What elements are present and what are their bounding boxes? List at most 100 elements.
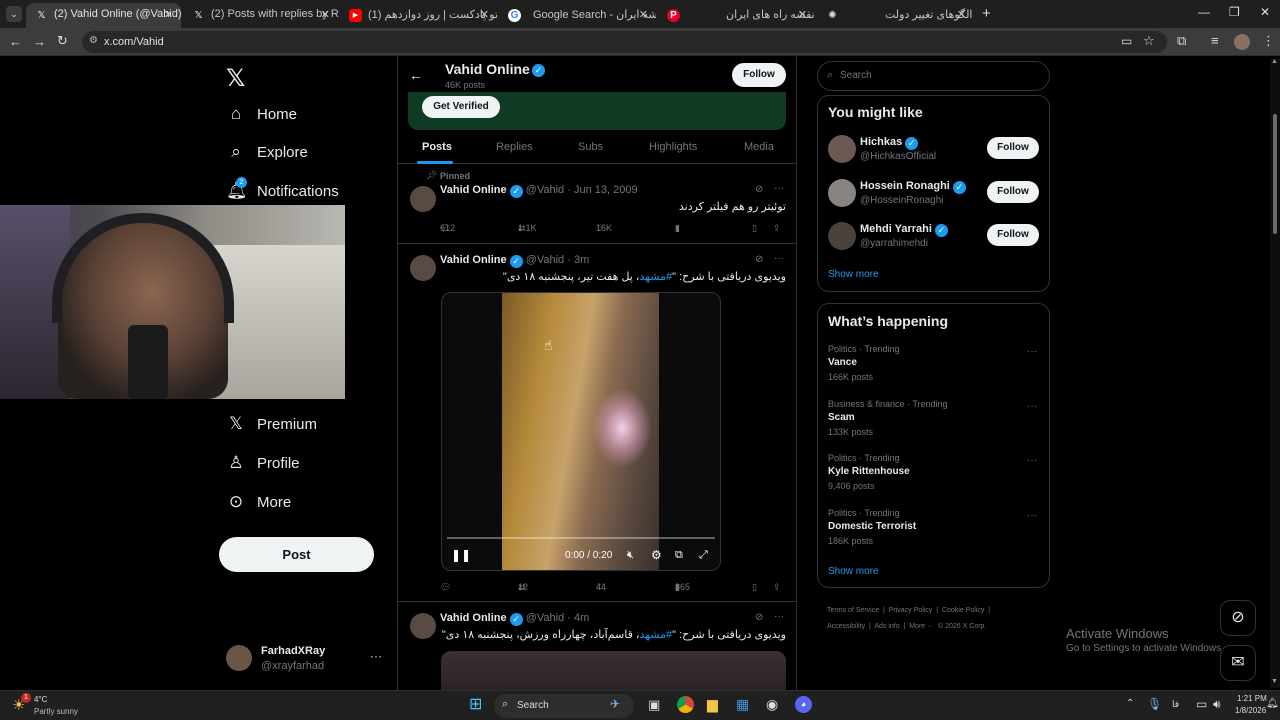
video-player[interactable]: ☝ ❚❚ 0:00 / 0:20 🔇︎ ⚙ ⧉ ⤢ bbox=[441, 292, 721, 571]
install-app-icon[interactable]: ▭ bbox=[1121, 34, 1132, 48]
close-tab-icon[interactable]: ✕ bbox=[480, 8, 489, 21]
video-progress-track[interactable] bbox=[447, 537, 715, 539]
bookmark-icon[interactable]: ▯ bbox=[752, 223, 757, 234]
close-tab-icon[interactable]: ✕ bbox=[639, 8, 648, 21]
tweet-video[interactable]: Vahid Online ✓ @Vahid · 3m ⊘ ··· ویدیوی د… bbox=[398, 245, 796, 602]
show-more-link[interactable]: Show more bbox=[828, 566, 879, 577]
site-info-icon[interactable]: ⚙ bbox=[89, 35, 98, 46]
trend-item[interactable]: Politics · Trending Vance 166K posts ··· bbox=[828, 344, 1040, 386]
tweet-video-2[interactable]: Vahid Online ✓ @Vahid · 4m ⊘ ··· ویدیوی د… bbox=[398, 603, 796, 690]
suggestion-name[interactable]: Hichkas ✓ bbox=[860, 136, 919, 150]
microsoft-store-icon[interactable]: ▦ bbox=[736, 696, 749, 713]
account-switcher[interactable]: FarhadXRay @xrayfarhad ··· bbox=[226, 643, 386, 675]
close-window-icon[interactable]: ✕ bbox=[1260, 5, 1270, 19]
weather-widget[interactable]: ☀ 1 4°C Partly sunny bbox=[12, 693, 112, 719]
bookmark-icon[interactable]: ▯ bbox=[752, 582, 757, 593]
grok-icon[interactable]: ⊘ bbox=[755, 612, 763, 623]
close-tab-icon[interactable]: ✕ bbox=[798, 8, 807, 21]
hashtag-link[interactable]: #مشهد bbox=[639, 629, 672, 641]
pause-icon[interactable]: ❚❚ bbox=[451, 548, 471, 562]
footer-more-link[interactable]: More ··· bbox=[909, 623, 934, 630]
trend-item[interactable]: Business & finance · Trending Scam 133K … bbox=[828, 399, 1040, 441]
trend-item[interactable]: Politics · Trending Domestic Terrorist 1… bbox=[828, 508, 1040, 550]
back-arrow-icon[interactable]: ← bbox=[409, 67, 423, 83]
tweet-pinned[interactable]: 📌︎ Pinned Vahid Online ✓ @Vahid · Jun 13,… bbox=[398, 166, 796, 244]
grok-icon[interactable]: ⊘ bbox=[755, 184, 763, 195]
microphone-icon[interactable]: 🎙︎ bbox=[1147, 697, 1162, 711]
mute-icon[interactable]: 🔇︎ bbox=[627, 549, 634, 562]
scroll-up-icon[interactable]: ▲ bbox=[1271, 58, 1278, 65]
get-verified-button[interactable]: Get Verified bbox=[422, 96, 500, 118]
follow-profile-button[interactable]: Follow bbox=[732, 63, 786, 87]
reading-list-icon[interactable]: ≡ bbox=[1211, 33, 1219, 48]
minimize-icon[interactable]: — bbox=[1198, 5, 1210, 19]
avatar[interactable] bbox=[410, 613, 436, 639]
scrollbar-thumb[interactable] bbox=[1273, 114, 1277, 234]
tab-media[interactable]: Media bbox=[744, 141, 774, 153]
follow-button[interactable]: Follow bbox=[987, 224, 1039, 246]
show-more-link[interactable]: Show more bbox=[828, 269, 879, 280]
tab-replies[interactable]: Replies bbox=[496, 141, 533, 153]
discord-icon[interactable]: ◕ bbox=[795, 696, 812, 713]
more-options-icon[interactable]: ··· bbox=[1027, 455, 1037, 466]
avatar[interactable] bbox=[828, 179, 856, 207]
more-options-icon[interactable]: ··· bbox=[1027, 401, 1037, 412]
extensions-icon[interactable]: ⧉ bbox=[1177, 33, 1186, 49]
close-tab-icon[interactable]: ✕ bbox=[164, 8, 173, 21]
grok-float-button[interactable]: ⊘ bbox=[1220, 600, 1256, 636]
avatar[interactable] bbox=[410, 255, 436, 281]
tab-pinterest[interactable]: P نقشه راه های ایران ✕ bbox=[658, 3, 815, 28]
suggestion-mehdi-yarrahi[interactable]: Mehdi Yarrahi ✓ @yarrahimehdi Follow bbox=[818, 220, 1051, 254]
bookmark-star-icon[interactable]: ☆ bbox=[1143, 33, 1155, 49]
share-icon[interactable]: ⇪ bbox=[773, 582, 781, 593]
more-options-icon[interactable]: ··· bbox=[774, 253, 784, 264]
cookie-link[interactable]: Cookie Policy bbox=[942, 607, 984, 614]
clock-date[interactable]: 1/8/2026 bbox=[1235, 706, 1266, 715]
terms-link[interactable]: Terms of Service bbox=[827, 607, 879, 614]
trend-item[interactable]: Politics · Trending Kyle Rittenhouse 9,4… bbox=[828, 453, 1040, 495]
search-box[interactable]: ⌕ Search bbox=[817, 61, 1050, 91]
x-logo-icon[interactable]: 𝕏 bbox=[226, 64, 245, 93]
task-view-icon[interactable]: ▣ bbox=[648, 697, 660, 713]
tab-search-icon[interactable]: ⌄ bbox=[6, 6, 22, 22]
close-tab-icon[interactable]: ✕ bbox=[957, 8, 966, 21]
messages-float-button[interactable]: ✉ bbox=[1220, 645, 1256, 681]
tweet-author[interactable]: Vahid Online bbox=[440, 254, 507, 266]
privacy-link[interactable]: Privacy Policy bbox=[889, 607, 933, 614]
video-thumbnail[interactable] bbox=[441, 651, 786, 690]
browser-menu-icon[interactable]: ⋮ bbox=[1262, 33, 1275, 49]
accessibility-link[interactable]: Accessibility bbox=[827, 623, 865, 630]
more-options-icon[interactable]: ··· bbox=[774, 183, 784, 194]
tab-posts-replies[interactable]: 𝕏 (2) Posts with replies by Reza Pa ✕ bbox=[183, 3, 338, 28]
language-indicator[interactable]: فا bbox=[1172, 699, 1179, 710]
tab-chatgpt[interactable]: ✺ الگوهای تغییر دولت ✕ bbox=[817, 3, 974, 28]
grok-icon[interactable]: ⊘ bbox=[755, 254, 763, 265]
suggestion-hossein-ronaghi[interactable]: Hossein Ronaghi ✓ @HosseinRonaghi Follow bbox=[818, 177, 1051, 211]
maximize-icon[interactable]: ❐ bbox=[1229, 5, 1240, 19]
follow-button[interactable]: Follow bbox=[987, 137, 1039, 159]
start-icon[interactable]: ⊞ bbox=[469, 696, 487, 714]
page-scrollbar[interactable]: ▲ ▼ bbox=[1270, 58, 1280, 688]
tab-highlights[interactable]: Highlights bbox=[649, 141, 697, 153]
speaker-icon[interactable]: 🔊︎ bbox=[1213, 697, 1221, 712]
avatar[interactable] bbox=[410, 186, 436, 212]
suggestion-hichkas[interactable]: Hichkas ✓ @HichkasOfficial Follow bbox=[818, 133, 1051, 167]
tray-overflow-icon[interactable]: ⌃ bbox=[1126, 698, 1134, 709]
back-icon[interactable]: ← bbox=[9, 34, 22, 49]
taskbar-search[interactable]: ⌕ Search ✈ bbox=[494, 694, 634, 718]
more-options-icon[interactable]: ··· bbox=[1027, 510, 1037, 521]
tab-youtube[interactable]: ▶ (1) من‌وتو پادکست | روز دوازدهم ✕ bbox=[340, 3, 497, 28]
ads-info-link[interactable]: Ads info bbox=[874, 623, 899, 630]
picture-in-picture-icon[interactable]: ⧉ bbox=[675, 549, 683, 562]
file-explorer-icon[interactable]: ▆ bbox=[707, 696, 718, 713]
more-options-icon[interactable]: ··· bbox=[1027, 346, 1037, 357]
more-options-icon[interactable]: ··· bbox=[370, 649, 382, 663]
forward-icon[interactable]: → bbox=[33, 34, 46, 49]
close-tab-icon[interactable]: ✕ bbox=[321, 8, 330, 21]
tab-google-search[interactable]: G Google Search - نقشه ایران ✕ bbox=[499, 3, 656, 28]
suggestion-name[interactable]: Hossein Ronaghi ✓ bbox=[860, 180, 966, 194]
tweet-author[interactable]: Vahid Online bbox=[440, 612, 507, 624]
clock-time[interactable]: 1:21 PM bbox=[1237, 694, 1267, 703]
tab-vahid-online[interactable]: 𝕏 (2) Vahid Online (@Vahid) / X ✕ bbox=[26, 3, 181, 28]
follow-button[interactable]: Follow bbox=[987, 181, 1039, 203]
